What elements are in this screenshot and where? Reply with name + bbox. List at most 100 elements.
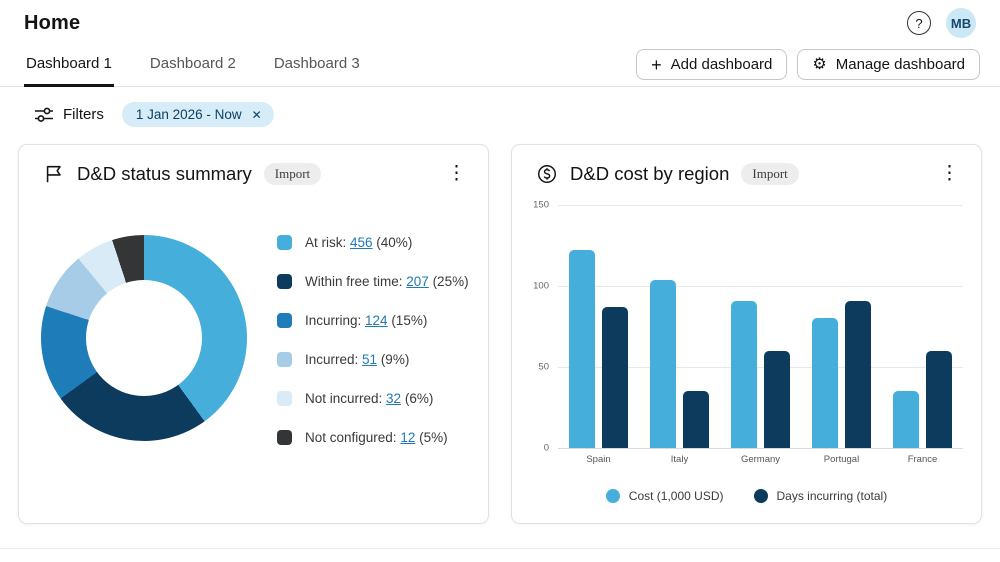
legend-item: Incurred: 51 (9%): [277, 348, 469, 370]
x-axis-label: France: [903, 454, 943, 465]
bar-group-spain: [569, 205, 628, 448]
close-icon[interactable]: ✕: [252, 108, 262, 122]
tab-dashboard-2[interactable]: Dashboard 2: [148, 44, 238, 87]
plus-icon: +: [651, 58, 662, 72]
y-axis-tick: 0: [544, 443, 549, 454]
x-axis-label: Portugal: [822, 454, 862, 465]
x-axis-label: Spain: [579, 454, 619, 465]
legend-item: Incurring: 124 (15%): [277, 309, 469, 331]
top-bar: Home ? MB: [0, 0, 1000, 40]
legend-count-link[interactable]: 207: [406, 274, 429, 289]
legend-text: At risk: 456 (40%): [305, 235, 412, 250]
kebab-menu-icon[interactable]: ⋮: [441, 164, 472, 184]
gridline: [558, 448, 963, 449]
gear-icon: ⚙: [812, 58, 826, 72]
legend-item: At risk: 456 (40%): [277, 231, 469, 253]
legend-swatch-icon: [277, 274, 292, 289]
bar-legend-swatch-icon: [606, 489, 620, 503]
legend-swatch-icon: [277, 352, 292, 367]
bar-group-portugal: [812, 205, 871, 448]
help-icon[interactable]: ?: [907, 11, 931, 35]
bar-card-body: 150100500 Spain Italy Germany Portugal Franc…: [512, 205, 981, 503]
bar[interactable]: [764, 351, 790, 448]
legend-item: Not configured: 12 (5%): [277, 426, 469, 448]
legend-swatch-icon: [277, 391, 292, 406]
legend-text: Within free time: 207 (25%): [305, 274, 469, 289]
bar-group-italy: [650, 205, 709, 448]
card-cost-by-region: D&D cost by region Import ⋮ 150100500 Sp…: [511, 144, 982, 524]
bar[interactable]: [812, 318, 838, 448]
bar[interactable]: [602, 307, 628, 448]
avatar[interactable]: MB: [946, 8, 976, 38]
bar-groups: [558, 205, 963, 448]
bar[interactable]: [926, 351, 952, 448]
card-title: D&D status summary: [77, 163, 252, 185]
x-axis-label: Germany: [741, 454, 781, 465]
cards-container: D&D status summary Import ⋮ At risk: 456…: [0, 144, 1000, 524]
y-axis-tick: 50: [538, 361, 549, 372]
legend-count-link[interactable]: 124: [365, 313, 388, 328]
donut-chart[interactable]: [41, 235, 247, 441]
bar-legend: Cost (1,000 USD) Days incurring (total): [512, 489, 981, 503]
legend-text: Incurred: 51 (9%): [305, 352, 409, 367]
bar-group-france: [893, 205, 952, 448]
import-badge: Import: [741, 163, 798, 185]
y-axis-tick: 100: [533, 280, 549, 291]
add-dashboard-button[interactable]: + Add dashboard: [636, 49, 787, 80]
bar[interactable]: [650, 280, 676, 448]
legend-text: Not incurred: 32 (6%): [305, 391, 433, 406]
legend-count-link[interactable]: 32: [386, 391, 401, 406]
dollar-icon: [536, 163, 558, 185]
legend-swatch-icon: [277, 313, 292, 328]
import-badge: Import: [264, 163, 321, 185]
bar-group-germany: [731, 205, 790, 448]
tab-dashboard-1[interactable]: Dashboard 1: [24, 44, 114, 87]
card-status-summary: D&D status summary Import ⋮ At risk: 456…: [18, 144, 489, 524]
filter-chip-label: 1 Jan 2026 - Now: [136, 107, 242, 122]
filters-button[interactable]: Filters: [34, 106, 104, 124]
dashboard-tab-bar: Dashboard 1 Dashboard 2 Dashboard 3 + Ad…: [0, 44, 1000, 87]
add-dashboard-label: Add dashboard: [671, 56, 773, 73]
bar[interactable]: [683, 391, 709, 448]
page-title: Home: [24, 12, 80, 35]
filters-label: Filters: [63, 106, 104, 123]
donut-card-body: At risk: 456 (40%) Within free time: 207 …: [19, 185, 488, 448]
kebab-menu-icon[interactable]: ⋮: [934, 164, 965, 184]
window-bottom-divider: [0, 548, 1000, 550]
donut-legend: At risk: 456 (40%) Within free time: 207 …: [277, 231, 469, 448]
x-axis-label: Italy: [660, 454, 700, 465]
sliders-icon: [34, 106, 54, 124]
topbar-actions: ? MB: [907, 8, 976, 38]
tab-dashboard-3[interactable]: Dashboard 3: [272, 44, 362, 87]
legend-text: Not configured: 12 (5%): [305, 430, 448, 445]
bar-plot: 150100500: [558, 205, 963, 448]
filter-chip-date-range[interactable]: 1 Jan 2026 - Now ✕: [122, 102, 274, 127]
card-header: D&D status summary Import ⋮: [19, 145, 488, 185]
y-axis-tick: 150: [533, 200, 549, 211]
bar-legend-item: Days incurring (total): [754, 489, 888, 503]
flag-icon: [43, 163, 65, 185]
bar-legend-label: Cost (1,000 USD): [629, 489, 724, 503]
x-axis-labels: Spain Italy Germany Portugal France: [558, 454, 963, 465]
legend-count-link[interactable]: 456: [350, 235, 373, 250]
card-header: D&D cost by region Import ⋮: [512, 145, 981, 185]
bar[interactable]: [731, 301, 757, 448]
legend-swatch-icon: [277, 430, 292, 445]
legend-count-link[interactable]: 12: [400, 430, 415, 445]
manage-dashboard-button[interactable]: ⚙ Manage dashboard: [797, 49, 980, 80]
legend-count-link[interactable]: 51: [362, 352, 377, 367]
legend-text: Incurring: 124 (15%): [305, 313, 427, 328]
legend-swatch-icon: [277, 235, 292, 250]
bar[interactable]: [893, 391, 919, 448]
manage-dashboard-label: Manage dashboard: [836, 56, 965, 73]
legend-item: Not incurred: 32 (6%): [277, 387, 469, 409]
filters-row: Filters 1 Jan 2026 - Now ✕: [0, 87, 1000, 144]
tab-actions: + Add dashboard ⚙ Manage dashboard: [636, 49, 980, 86]
bar[interactable]: [569, 250, 595, 448]
bar-legend-label: Days incurring (total): [777, 489, 888, 503]
tabs: Dashboard 1 Dashboard 2 Dashboard 3: [24, 44, 362, 86]
bar-legend-item: Cost (1,000 USD): [606, 489, 724, 503]
bar[interactable]: [845, 301, 871, 448]
card-title: D&D cost by region: [570, 163, 729, 185]
bar-legend-swatch-icon: [754, 489, 768, 503]
